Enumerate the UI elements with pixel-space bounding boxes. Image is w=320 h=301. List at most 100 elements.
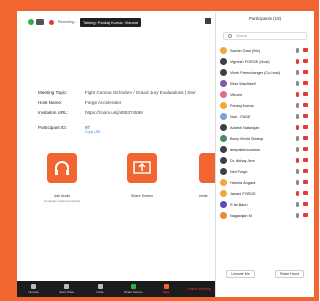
orange-frame-left — [0, 0, 17, 301]
invite-button[interactable]: Invite — [83, 281, 116, 297]
participant-row[interactable]: Vivek Premchanger (Co-host) — [216, 67, 314, 78]
video-off-icon — [303, 158, 308, 162]
avatar — [220, 168, 227, 175]
participant-name: Nagarajan M — [230, 213, 252, 218]
participant-name: deepakinnovators — [230, 147, 260, 152]
info-label: Meeting Topic: — [38, 90, 68, 95]
share-screen-button[interactable]: Share Screen — [117, 281, 150, 297]
leave-meeting-button[interactable]: Leave Meeting — [183, 283, 215, 295]
headphones-icon — [47, 153, 77, 183]
avatar — [220, 80, 227, 87]
collapse-panel-icon[interactable] — [205, 18, 211, 24]
mic-muted-icon — [296, 103, 299, 108]
join-audio-tile[interactable]: Join Audio Computer audio connected — [43, 153, 81, 203]
meeting-window: Recording... Talking: Pankaj Kumar, Vish… — [19, 13, 219, 297]
avatar — [220, 135, 227, 142]
info-value: Fight Corona GirlAdom / Grand Jury Evalu… — [85, 90, 196, 95]
participant-name: Vignesh FORGE (Host) — [230, 59, 270, 64]
avatar — [220, 201, 227, 208]
action-tiles: Join Audio Computer audio connected Shar… — [31, 153, 221, 213]
mic-muted-icon — [296, 180, 299, 185]
mic-muted-icon — [296, 202, 299, 207]
participant-search-input[interactable]: Search — [223, 32, 307, 40]
info-value[interactable]: https://zoom.us/j/485374559 — [85, 110, 143, 120]
participant-row[interactable]: Vikrant — [216, 89, 314, 100]
mic-muted-icon — [296, 213, 299, 218]
video-off-icon — [303, 70, 308, 74]
video-icon — [64, 284, 70, 289]
participant-row[interactable]: Adarsh Natarajan — [216, 122, 314, 133]
video-off-icon — [303, 180, 308, 184]
mic-muted-icon — [296, 136, 299, 141]
share-screen-tile[interactable]: Share Screen — [123, 153, 161, 198]
mic-muted-icon — [296, 147, 299, 152]
unmute-me-button[interactable]: Unmute Me — [226, 270, 255, 278]
mic-muted-icon — [296, 125, 299, 130]
record-icon — [49, 19, 54, 25]
mic-muted-icon — [296, 81, 299, 86]
participant-row[interactable]: Harsha Angara — [216, 177, 314, 188]
video-off-icon — [303, 202, 308, 206]
participant-row[interactable]: Janani FORGE — [216, 188, 314, 199]
info-label: Participant ID: — [38, 125, 67, 130]
info-row-participant-id: Participant ID: 97 — [38, 125, 218, 135]
recording-indicator[interactable]: Recording... — [28, 19, 77, 25]
share-screen-icon — [127, 153, 157, 183]
participant-name: Barry World Startup — [230, 136, 264, 141]
participant-row[interactable]: Neil Forge — [216, 166, 314, 177]
avatar — [220, 190, 227, 197]
info-label: Invitation URL: — [38, 110, 69, 115]
participant-name: Nair - FAGE — [230, 114, 251, 119]
meeting-info: Meeting Topic: Fight Corona GirlAdom / G… — [38, 90, 218, 135]
invite-icon — [97, 284, 103, 289]
avatar — [220, 212, 227, 219]
participant-row[interactable]: Dr. Abhay Jere — [216, 155, 314, 166]
talking-indicator: Talking: Pankaj Kumar, Vishant — [80, 18, 142, 27]
video-off-icon — [303, 59, 308, 63]
mic-muted-icon — [296, 114, 299, 119]
video-off-icon — [303, 125, 308, 129]
video-off-icon — [303, 48, 308, 52]
participant-row[interactable]: Nagarajan M — [216, 210, 314, 221]
mic-muted-icon — [296, 70, 299, 75]
mic-muted-icon — [296, 92, 299, 97]
more-button[interactable]: More — [150, 281, 183, 297]
participant-name: Adarsh Natarajan — [230, 125, 260, 130]
mic-muted-icon — [296, 158, 299, 163]
more-icon — [163, 284, 169, 289]
participant-row[interactable]: Nair - FAGE — [216, 111, 314, 122]
orange-frame-top — [0, 0, 319, 11]
participant-row[interactable]: Pankaj Kumar — [216, 100, 314, 111]
video-off-icon — [303, 114, 308, 118]
participant-row[interactable]: Barry World Startup — [216, 133, 314, 144]
info-row-host: Host Name: Forge Accelerator — [38, 100, 218, 110]
search-icon — [228, 34, 232, 38]
avatar — [220, 69, 227, 76]
avatar — [220, 157, 227, 164]
orange-frame-right — [314, 0, 319, 301]
meeting-topbar: Recording... Talking: Pankaj Kumar, Vish… — [19, 13, 215, 31]
start-video-button[interactable]: Start Video — [50, 281, 83, 297]
avatar — [220, 179, 227, 186]
avatar — [220, 113, 227, 120]
copy-url-link[interactable]: Copy URL — [85, 130, 101, 134]
video-off-icon — [303, 213, 308, 217]
participant-list: Sachin Gaur (Me) Vignesh FORGE (Host) Vive… — [216, 45, 314, 221]
mic-muted-icon — [296, 191, 299, 196]
participant-name: Dr. Abhay Jere — [230, 158, 255, 163]
participant-row[interactable]: deepakinnovators — [216, 144, 314, 155]
participant-row[interactable]: Vignesh FORGE (Host) — [216, 56, 314, 67]
avatar — [220, 47, 227, 54]
participant-row[interactable]: S Ila Banu — [216, 199, 314, 210]
toolbar-label: Start Video — [59, 290, 75, 294]
info-label: Host Name: — [38, 100, 63, 105]
raise-hand-button[interactable]: Raise Hand — [275, 270, 304, 278]
video-off-icon — [303, 147, 308, 151]
unmute-button[interactable]: Unmute — [17, 281, 50, 297]
participant-name: Sachin Gaur (Me) — [230, 48, 260, 53]
participant-name: S Ila Banu — [230, 202, 248, 207]
info-value: Forge Accelerator — [85, 100, 122, 105]
participant-row[interactable]: Sachin Gaur (Me) — [216, 45, 314, 56]
tile-subtitle: Computer audio connected — [43, 199, 81, 203]
participant-row[interactable]: Elias Wachtsell — [216, 78, 314, 89]
